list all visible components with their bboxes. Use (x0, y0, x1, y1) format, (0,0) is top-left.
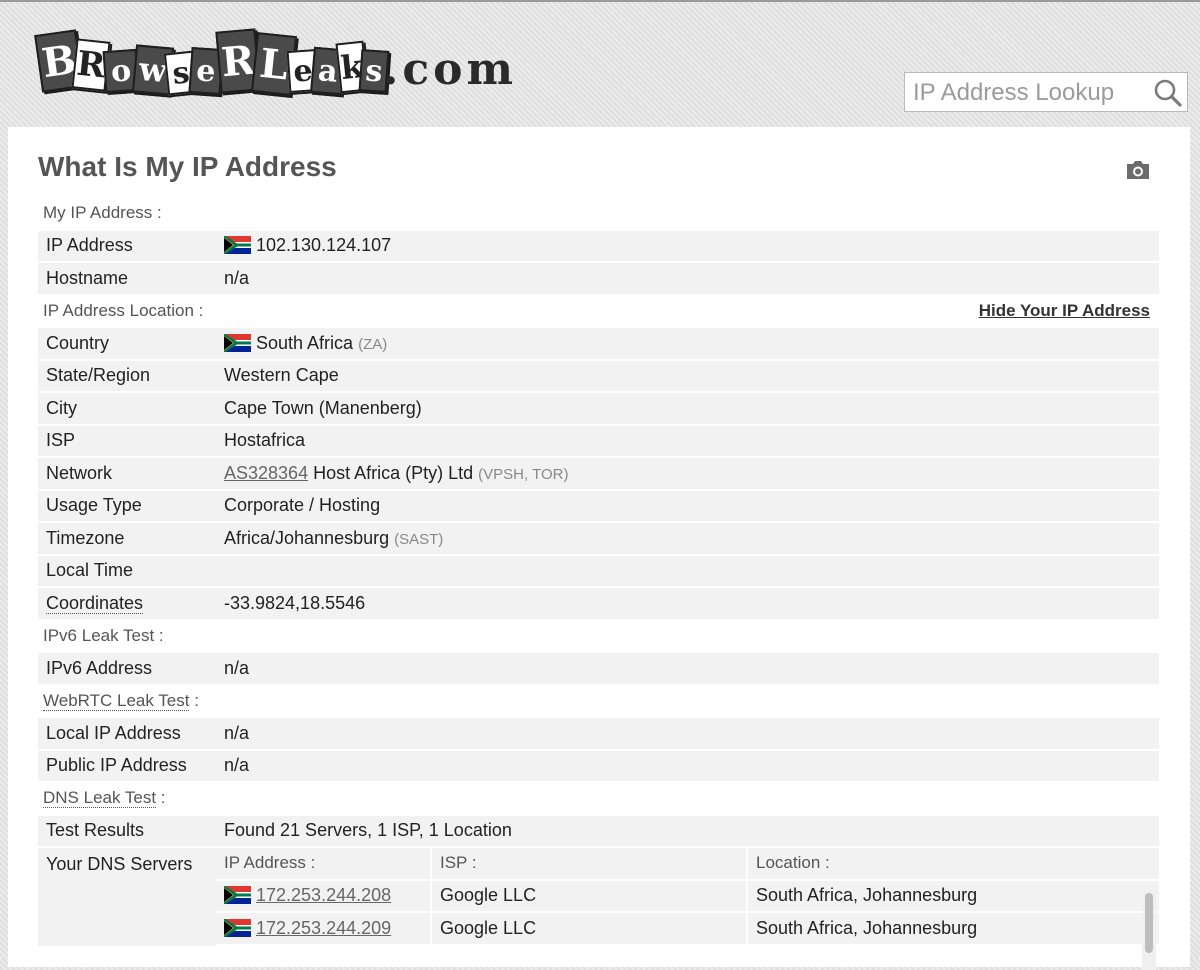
row-value: Hostafrica (216, 425, 1159, 456)
search-icon[interactable] (1153, 78, 1183, 108)
row-city: City Cape Town (Manenberg) (38, 393, 1159, 424)
row-key: Country (38, 328, 216, 359)
column-header: ISP : (430, 848, 746, 879)
row-test-results: Test Results Found 21 Servers, 1 ISP, 1 … (38, 815, 1159, 846)
row-key: Network (38, 458, 216, 489)
dns-server-ip-link[interactable]: 172.253.244.209 (256, 918, 391, 938)
row-value (216, 555, 1159, 586)
row-ip-address: IP Address 102.130.124.107 (38, 230, 1159, 261)
site-logo[interactable]: B R o w s e R L e a k s .com (34, 26, 513, 104)
asn-link[interactable]: AS328364 (224, 463, 308, 483)
row-key: Usage Type (38, 490, 216, 521)
row-coordinates: Coordinates -33.9824,18.5546 (38, 588, 1159, 619)
row-value: n/a (216, 718, 1159, 749)
dns-server-location: South Africa, Johannesburg (746, 913, 1159, 944)
row-value: n/a (216, 750, 1159, 781)
row-key: IP Address (38, 230, 216, 261)
camera-icon[interactable] (1125, 159, 1151, 181)
row-ipv6-address: IPv6 Address n/a (38, 653, 1159, 684)
row-value: Cape Town (Manenberg) (216, 393, 1159, 424)
dns-server-row: 172.253.244.208 Google LLC South Africa,… (216, 880, 1159, 911)
dns-server-isp: Google LLC (430, 880, 746, 911)
column-header: IP Address : (216, 848, 430, 879)
row-key: City (38, 393, 216, 424)
row-value: Western Cape (216, 360, 1159, 391)
top-border (0, 0, 1200, 2)
ip-lookup-search (904, 72, 1188, 112)
row-dns-servers: Your DNS Servers IP Address : ISP : Loca… (38, 848, 1159, 946)
section-location: IP Address Location : Hide Your IP Addre… (38, 295, 1159, 326)
south-africa-flag-icon (224, 886, 251, 905)
timezone-value: Africa/Johannesburg (224, 527, 390, 548)
row-value: Africa/Johannesburg (SAST) (216, 523, 1159, 554)
timezone-abbr: (SAST) (394, 530, 444, 548)
coordinates-key[interactable]: Coordinates (46, 592, 144, 614)
row-local-ip: Local IP Address n/a (38, 718, 1159, 749)
section-dns: DNS Leak Test : (38, 783, 1159, 814)
row-isp: ISP Hostafrica (38, 425, 1159, 456)
ip-info-table: My IP Address : IP Address 102.130.124.1… (38, 196, 1159, 948)
row-key: Local Time (38, 555, 216, 586)
country-name: South Africa (256, 332, 354, 353)
south-africa-flag-icon (224, 236, 251, 255)
dns-server-row: 172.253.244.209 Google LLC South Africa,… (216, 913, 1159, 944)
row-key: State/Region (38, 360, 216, 391)
row-key: Timezone (38, 523, 216, 554)
dns-servers-table: IP Address : ISP : Location : 172.253.24… (216, 846, 1159, 946)
dns-table-header: IP Address : ISP : Location : (216, 848, 1159, 879)
row-value: AS328364 Host Africa (Pty) Ltd (VPSH, TO… (216, 458, 1159, 489)
section-heading: My IP Address : (38, 198, 1159, 229)
row-value: -33.9824,18.5546 (216, 588, 1159, 619)
row-state: State/Region Western Cape (38, 360, 1159, 391)
row-network: Network AS328364 Host Africa (Pty) Ltd (… (38, 458, 1159, 489)
heading-suffix: : (189, 690, 199, 710)
row-key: Test Results (38, 815, 216, 846)
row-key: Public IP Address (38, 750, 216, 781)
section-ipv6: IPv6 Leak Test : (38, 620, 1159, 651)
section-heading: IP Address Location : (43, 300, 204, 320)
row-usage-type: Usage Type Corporate / Hosting (38, 490, 1159, 521)
row-value: South Africa (ZA) (216, 328, 1159, 359)
ip-address-value: 102.130.124.107 (256, 235, 392, 256)
section-webrtc: WebRTC Leak Test : (38, 685, 1159, 716)
row-timezone: Timezone Africa/Johannesburg (SAST) (38, 523, 1159, 554)
row-value: Found 21 Servers, 1 ISP, 1 Location (216, 815, 1159, 846)
row-value: n/a (216, 653, 1159, 684)
dns-server-isp: Google LLC (430, 913, 746, 944)
main-card: What Is My IP Address My IP Address : IP… (8, 127, 1190, 970)
row-key: Hostname (38, 263, 216, 294)
network-tags: (VPSH, TOR) (478, 465, 569, 483)
row-value: n/a (216, 263, 1159, 294)
row-key: IPv6 Address (38, 653, 216, 684)
row-country: Country South Africa (ZA) (38, 328, 1159, 359)
column-header: Location : (746, 848, 1159, 879)
row-key: Local IP Address (38, 718, 216, 749)
south-africa-flag-icon (224, 918, 251, 937)
row-key: ISP (38, 425, 216, 456)
logo-domain-suffix: .com (383, 44, 518, 95)
scrollbar-thumb[interactable] (1145, 893, 1153, 953)
country-code: (ZA) (358, 335, 388, 353)
row-value: 102.130.124.107 (216, 230, 1159, 261)
dns-leak-test-link[interactable]: DNS Leak Test (43, 788, 157, 809)
dns-list-scrollbar[interactable] (1142, 890, 1156, 970)
row-key: Your DNS Servers (38, 848, 216, 946)
row-public-ip: Public IP Address n/a (38, 750, 1159, 781)
hide-ip-link[interactable]: Hide Your IP Address (979, 301, 1159, 321)
row-local-time: Local Time (38, 555, 1159, 586)
row-hostname: Hostname n/a (38, 263, 1159, 294)
page-title: What Is My IP Address (38, 151, 337, 182)
dns-servers-cell: IP Address : ISP : Location : 172.253.24… (216, 848, 1159, 946)
webrtc-leak-test-link[interactable]: WebRTC Leak Test (43, 690, 190, 711)
network-name: Host Africa (Pty) Ltd (313, 462, 474, 483)
dns-server-location: South Africa, Johannesburg (746, 880, 1159, 911)
dns-server-ip-link[interactable]: 172.253.244.208 (256, 885, 391, 905)
row-value: Corporate / Hosting (216, 490, 1159, 521)
ip-lookup-input[interactable] (913, 79, 1143, 107)
south-africa-flag-icon (224, 333, 251, 352)
section-heading: IPv6 Leak Test : (38, 620, 1159, 651)
heading-suffix: : (156, 788, 166, 808)
section-my-ip: My IP Address : (38, 198, 1159, 229)
